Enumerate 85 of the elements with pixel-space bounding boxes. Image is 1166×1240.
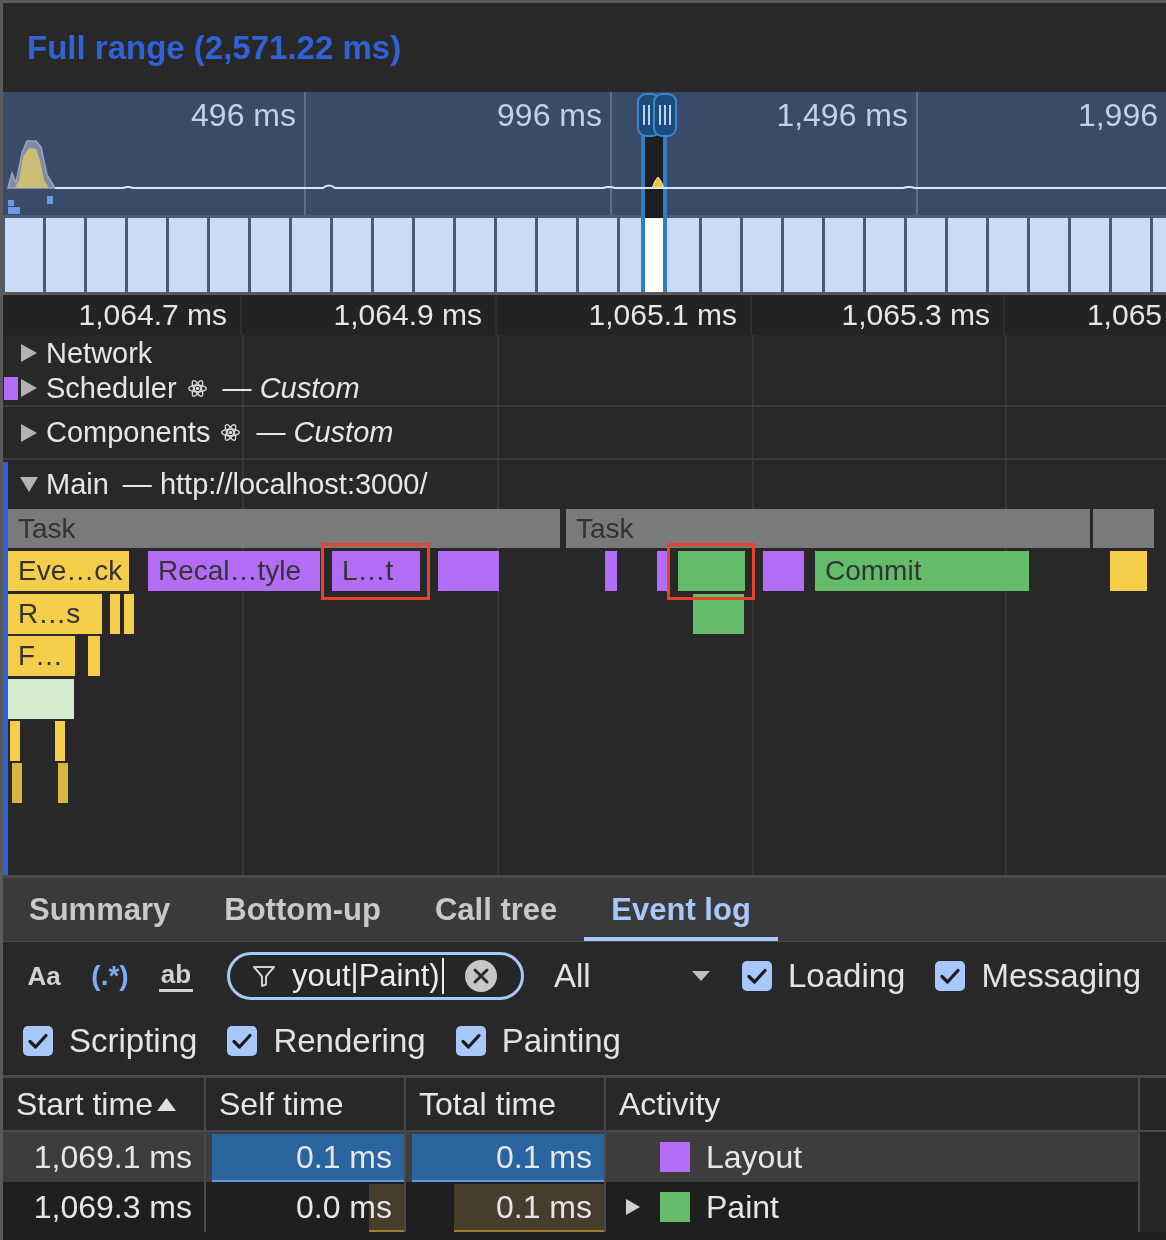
flame-entry[interactable]	[10, 721, 20, 761]
checkbox[interactable]	[455, 1026, 486, 1056]
caret-icon	[692, 971, 710, 981]
clear-icon[interactable]	[465, 960, 497, 992]
total-time: 0.1 ms	[495, 1137, 592, 1177]
self-time: 0.0 ms	[295, 1187, 392, 1227]
flame-entry[interactable]: F…	[8, 636, 75, 676]
flame-entry[interactable]: Eve…ck	[8, 551, 129, 591]
flame-entry[interactable]	[1110, 551, 1147, 591]
flame-entry[interactable]	[657, 551, 667, 591]
checkbox[interactable]	[227, 1026, 258, 1056]
flame-entry[interactable]	[763, 551, 804, 591]
tick-label: 496 ms	[191, 96, 296, 135]
checkbox-label[interactable]: Loading	[788, 956, 906, 996]
table-row[interactable]: 1,069.1 ms 0.1 ms 0.1 ms Layout	[3, 1132, 1166, 1182]
whole-word-button[interactable]: ab	[155, 952, 197, 1000]
flame-entry[interactable]	[55, 721, 65, 761]
checkbox[interactable]	[742, 961, 772, 991]
checkbox[interactable]	[935, 961, 966, 991]
caret-icon[interactable]	[20, 379, 38, 397]
flame-entry[interactable]	[693, 594, 744, 634]
track-name: Scheduler	[46, 370, 177, 406]
column-header[interactable]: Activity	[619, 1084, 721, 1124]
total-time: 0.1 ms	[495, 1187, 592, 1227]
ruler-label: 1,065	[1086, 297, 1162, 333]
flame-entry[interactable]	[58, 763, 68, 803]
column-header[interactable]: Start time	[16, 1084, 153, 1124]
regex-button[interactable]: (.*)	[89, 952, 131, 1000]
track-subtitle: — Custom	[222, 370, 360, 406]
flame-entry[interactable]: Commit	[815, 551, 1029, 591]
activity-name: Layout	[706, 1137, 803, 1177]
flame-entry[interactable]	[605, 551, 617, 591]
ruler-label: 1,065.1 ms	[588, 297, 737, 333]
match-case-button[interactable]: Aa	[23, 952, 65, 1000]
cpu-usage-area	[7, 140, 57, 189]
track-subtitle: — http://localhost:3000/	[122, 466, 428, 502]
flame-entry[interactable]	[438, 551, 499, 591]
flame-entry[interactable]	[1093, 509, 1154, 548]
track-subtitle: — Custom	[256, 415, 394, 450]
network-request-mark	[47, 196, 53, 204]
flame-entry[interactable]	[8, 679, 74, 719]
tab[interactable]: Call tree	[407, 878, 585, 941]
checkbox-label[interactable]: Scripting	[69, 1021, 198, 1061]
atom-icon	[187, 378, 207, 398]
checkbox-label[interactable]: Painting	[501, 1021, 621, 1061]
caret-icon[interactable]	[20, 423, 38, 442]
flame-entry[interactable]	[110, 594, 120, 634]
ruler-label: 1,064.9 ms	[333, 297, 482, 333]
atom-icon	[221, 423, 241, 442]
flame-entry[interactable]: Recal…tyle	[148, 551, 320, 591]
flame-entry[interactable]	[678, 551, 745, 591]
checkbox[interactable]	[23, 1026, 53, 1056]
ruler-label: 1,064.7 ms	[78, 297, 227, 333]
caret-icon[interactable]	[626, 1199, 640, 1215]
activity-name: Paint	[706, 1187, 779, 1227]
flame-entry[interactable]: L…t	[332, 551, 420, 591]
tick-label: 1,996	[1077, 96, 1158, 135]
checkbox-label[interactable]: Rendering	[273, 1021, 426, 1061]
checkbox-label[interactable]: Messaging	[981, 956, 1142, 996]
column-header[interactable]: Self time	[219, 1084, 344, 1124]
selection-range[interactable]	[641, 136, 667, 292]
flame-entry[interactable]	[124, 594, 134, 634]
caret-icon[interactable]	[20, 475, 38, 493]
start-time: 1,069.1 ms	[33, 1137, 192, 1177]
flame-entry[interactable]	[88, 636, 100, 676]
column-header[interactable]: Total time	[419, 1084, 556, 1124]
tick-label: 996 ms	[497, 96, 602, 135]
tab[interactable]: Bottom-up	[197, 878, 408, 941]
tab[interactable]: Summary	[3, 878, 198, 941]
tick-label: 1,496 ms	[776, 96, 908, 135]
start-time: 1,069.3 ms	[33, 1187, 192, 1227]
caret-icon[interactable]	[20, 344, 38, 362]
range-handle[interactable]	[653, 93, 677, 137]
track-name: Network	[46, 335, 153, 371]
track-name: Main	[46, 466, 109, 502]
ruler-label: 1,065.3 ms	[841, 297, 990, 333]
filter-field[interactable]: yout|Paint)	[227, 952, 524, 1000]
filter-icon	[252, 964, 276, 988]
dropdown[interactable]: All	[554, 952, 712, 1000]
cpu-usage-area	[651, 176, 665, 189]
flame-entry[interactable]	[12, 763, 22, 803]
track-name: Components	[46, 415, 211, 450]
flame-entry[interactable]: R…s	[8, 594, 102, 634]
tab[interactable]: Event log	[584, 878, 778, 941]
self-time: 0.1 ms	[295, 1137, 392, 1177]
